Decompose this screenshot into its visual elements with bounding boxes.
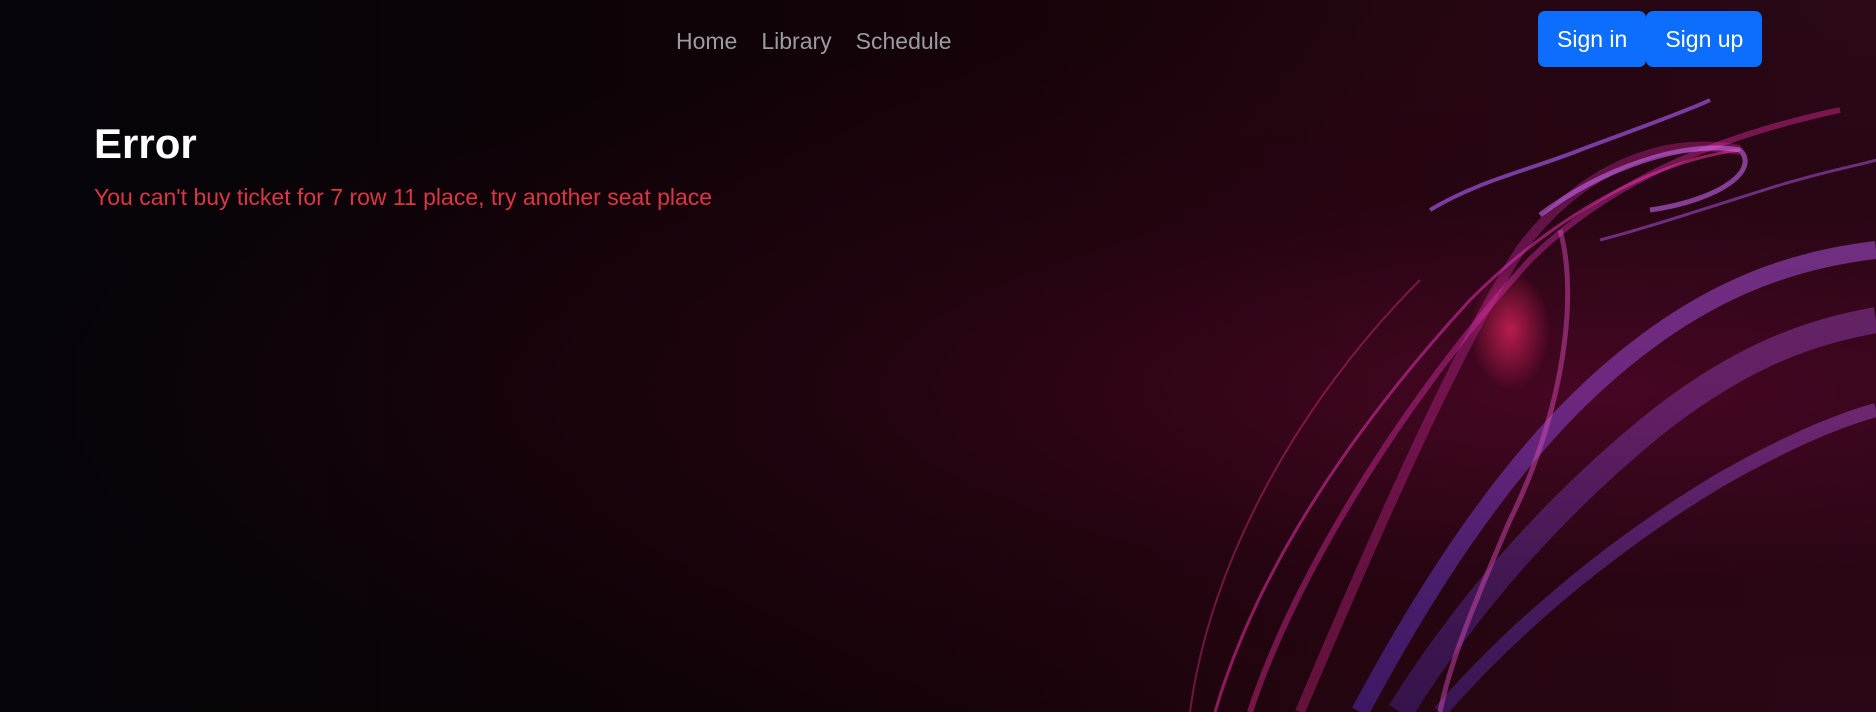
page-title: Error <box>94 120 197 167</box>
error-message: You can't buy ticket for 7 row 11 place,… <box>94 184 713 210</box>
sign-in-button[interactable]: Sign in <box>1538 11 1647 67</box>
nav-link-library[interactable]: Library <box>761 24 831 58</box>
background-wave-image <box>1189 98 1876 712</box>
sign-up-button[interactable]: Sign up <box>1646 11 1763 67</box>
auth-buttons: Sign in Sign up <box>1538 11 1763 67</box>
main-content: Error You can't buy ticket for 7 row 11 … <box>94 118 712 212</box>
nav-links: Home Library Schedule <box>676 24 952 58</box>
nav-link-schedule[interactable]: Schedule <box>856 24 952 58</box>
nav-link-home[interactable]: Home <box>676 24 737 58</box>
navbar: Home Library Schedule Sign in Sign up <box>0 0 1876 80</box>
page: Home Library Schedule Sign in Sign up Er… <box>0 0 1876 712</box>
